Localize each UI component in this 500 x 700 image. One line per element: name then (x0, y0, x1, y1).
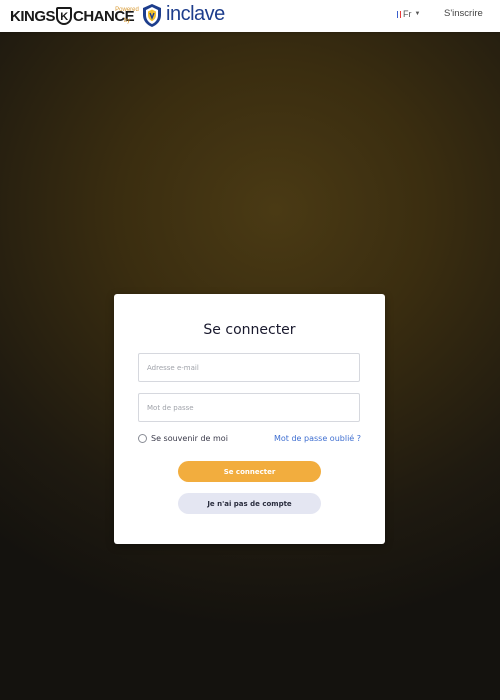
remember-me-label: Se souvenir de moi (151, 434, 228, 443)
password-input[interactable] (139, 394, 359, 421)
logo-k-badge-icon: K (56, 7, 73, 25)
language-selector[interactable]: Fr ▼ (397, 9, 420, 19)
inclave-shield-icon (143, 4, 161, 27)
email-input[interactable] (139, 354, 359, 381)
top-navbar: KINGS K CHANCE Powered by inclave Fr ▼ S… (0, 0, 500, 32)
login-card: Se connecter Se souvenir de moi Mot de p… (114, 294, 385, 544)
forgot-password-link[interactable]: Mot de passe oublié ? (274, 434, 361, 443)
password-field (138, 393, 360, 422)
signup-link[interactable]: S'inscrire (444, 8, 483, 19)
no-account-button[interactable]: Je n'ai pas de compte (178, 493, 321, 514)
flag-fr-icon (397, 10, 401, 18)
login-title: Se connecter (203, 322, 296, 338)
powered-label-line2: by (123, 18, 131, 24)
logo-text-kings: KINGS (10, 7, 56, 25)
powered-label-line1: Powered (115, 7, 139, 13)
language-label: Fr (403, 9, 412, 19)
email-field (138, 353, 360, 382)
login-button[interactable]: Se connecter (178, 461, 321, 482)
inclave-wordmark: inclave (166, 3, 225, 25)
remember-me-checkbox[interactable] (138, 434, 147, 443)
remember-me[interactable]: Se souvenir de moi (138, 434, 228, 443)
powered-by-label: Powered by (113, 5, 141, 27)
chevron-down-icon: ▼ (414, 11, 421, 17)
